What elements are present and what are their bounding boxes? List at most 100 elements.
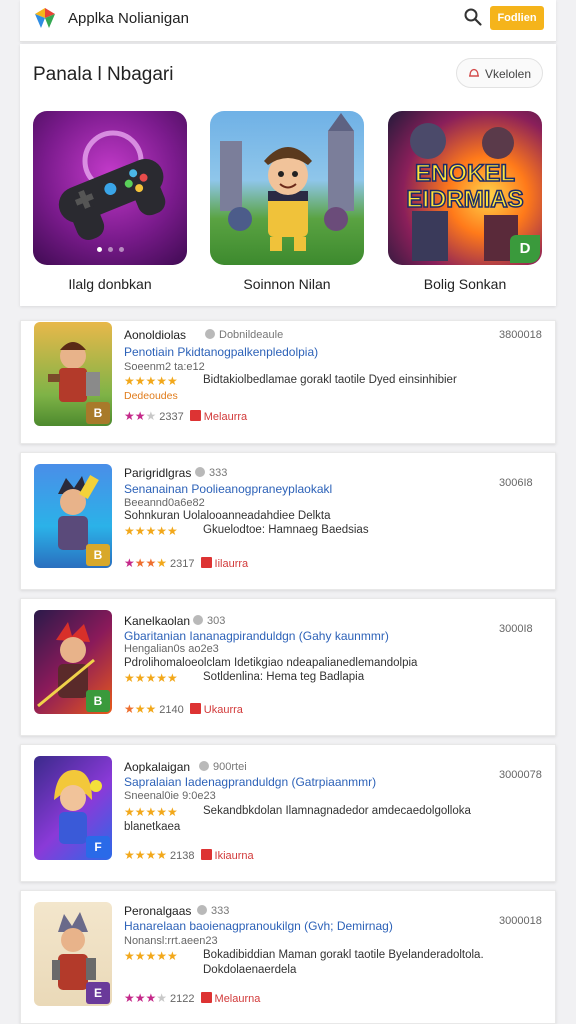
featured-tile-hero[interactable]: Soinnon Nilan [210, 111, 364, 292]
rating-badge-icon [200, 992, 212, 1003]
app-name: Aonoldiolas [124, 328, 187, 342]
app-category-link[interactable]: Hanarelaan baoienagpranoukilgn (Gvh; Dem… [124, 919, 393, 933]
chat-icon [205, 329, 215, 339]
app-description: Bokadibiddian Maman gorakl taotile Byela… [203, 949, 484, 961]
rating-count: 2337 [159, 411, 184, 423]
app-description-2: blanetkaea [124, 821, 181, 833]
app-category-link[interactable]: Gbaritanian Iananagpiranduldgn (Gahy kau… [124, 629, 389, 643]
featured-tile-action[interactable]: ENOKEL EIDRMIAS D Bolig Sonkan [388, 111, 542, 292]
app-badge: B [86, 544, 110, 566]
rating-word: Melaurna [214, 993, 261, 1005]
app-list-item[interactable]: F Aopkalaigan 900rtei 3000078 Sapralaian… [20, 744, 556, 882]
app-meta: Sneenal0ie 9:0e23 [124, 790, 216, 802]
app-badge: F [86, 836, 110, 858]
app-badge: B [86, 402, 110, 424]
view-all-button[interactable]: Vkelolen [456, 58, 543, 88]
app-title: Applka Nolianigan [68, 10, 189, 27]
featured-tile-label: Bolig Sonkan [423, 276, 507, 292]
review-stars: ★★★★★ [124, 949, 178, 963]
app-name: Aopkalaigan [124, 760, 191, 774]
app-tag: Dedeoudes [124, 390, 178, 402]
game-badge: D [510, 235, 540, 263]
rating-count: 2140 [159, 704, 184, 716]
featured-art-gamepad [33, 111, 187, 265]
app-description: Pdrolihomaloeolclam Idetikgiao ndeapalia… [124, 657, 418, 669]
app-list-item[interactable]: B Kanelkaolan 303 3000I8 Gbaritanian Ian… [20, 598, 556, 736]
top-app-bar: Applka Nolianigan Fodlien [20, 0, 556, 42]
app-name: Peronalgaas [124, 904, 192, 918]
rating-word: Ukaurra [203, 704, 243, 716]
review-stars: ★★★★★ [124, 374, 178, 388]
chat-icon [199, 761, 209, 771]
rating-row: ★★★★ 2138 Ikiaurna [124, 848, 254, 862]
rating-badge-icon [200, 849, 212, 860]
app-description-2: Dokdolaenaerdela [203, 964, 297, 976]
app-description: Sekandbkdolan Ilamnagnadedor amdecaedolg… [203, 805, 471, 817]
developer-label: 900rtei [193, 761, 247, 773]
review-stars: ★★★★★ [124, 805, 178, 819]
download-count: 3800018 [499, 329, 542, 341]
developer-label: 333 [191, 905, 229, 917]
developer-label: 333 [189, 467, 227, 479]
app-meta: Hengalian0s ao2e3 [124, 643, 219, 655]
featured-art-action: ENOKEL EIDRMIAS D [388, 111, 542, 265]
featured-tile-label: Soinnon Nilan [243, 276, 331, 292]
app-thumbnail: B [34, 464, 112, 568]
app-meta: Nonansl:rrt.aeen23 [124, 935, 218, 947]
featured-art-hero [210, 111, 364, 265]
developer-label: Dobnildeaule [199, 329, 283, 341]
app-thumbnail: E [34, 902, 112, 1006]
app-thumbnail: B [34, 322, 112, 426]
top-action-button[interactable]: Fodlien [490, 6, 544, 30]
chat-icon [195, 467, 205, 477]
download-count: 3000018 [499, 915, 542, 927]
rating-count: 2122 [170, 993, 195, 1005]
rating-count: 2317 [170, 558, 195, 570]
app-thumbnail: F [34, 756, 112, 860]
download-count: 3000I8 [499, 623, 533, 635]
rating-row: ★★★★ 2317 Iilaurra [124, 556, 249, 570]
featured-tile-gamepad[interactable]: Ilalg donbkan [33, 111, 187, 292]
app-list-item[interactable]: E Peronalgaas 333 3000018 Hanarelaan bao… [20, 890, 556, 1024]
view-all-label: Vkelolen [485, 67, 532, 81]
poster-title-line2: EIDRMIAS [406, 186, 523, 213]
download-count: 3000078 [499, 769, 542, 781]
app-thumbnail: B [34, 610, 112, 714]
rating-word: Iilaurra [214, 558, 249, 570]
app-badge: B [86, 690, 110, 712]
app-name: Parigridlgras [124, 466, 192, 480]
rating-badge-icon [200, 557, 212, 568]
chat-icon [193, 615, 203, 625]
carousel-dots[interactable] [33, 239, 187, 257]
section-title: Panala l Nbagari [33, 64, 174, 85]
poster-title-line1: ENOKEL [415, 160, 515, 187]
app-description: Bidtakiolbedlamae gorakl taotile Dyed ei… [203, 374, 457, 386]
app-badge: E [86, 982, 110, 1004]
app-description-2: Sotldenlina: Hema teg Badlapia [203, 671, 365, 683]
rating-word: Melaurra [203, 411, 248, 423]
app-category-link[interactable]: Sapralaian Iadenagpranduldgn (Gatrpiaanm… [124, 775, 376, 789]
app-list-item[interactable]: B Aonoldiolas Dobnildeaule 3800018 Penot… [20, 320, 556, 444]
rating-row: ★★★★ 2122 Melaurna [124, 991, 261, 1005]
app-category-link[interactable]: Senanainan Poolieanogpraneyplaokakl [124, 482, 332, 496]
app-description-2: Gkuelodtoe: Hamnaeg Baedsias [203, 524, 369, 536]
bell-icon [469, 68, 479, 77]
featured-tile-label: Ilalg donbkan [68, 276, 152, 292]
rating-badge-icon [189, 703, 201, 714]
rating-word: Ikiaurna [214, 850, 254, 862]
rating-badge-icon [189, 410, 201, 421]
app-meta: Beeannd0a6e82 [124, 497, 205, 509]
app-list-item[interactable]: B Parigridlgras 333 3006I8 Senanainan Po… [20, 452, 556, 590]
search-icon[interactable] [463, 7, 483, 27]
app-logo-icon [35, 8, 55, 28]
hero-character-icon [220, 113, 354, 251]
rating-row: ★★★ 2140 Ukaurra [124, 702, 243, 716]
review-stars: ★★★★★ [124, 671, 178, 685]
app-category-link[interactable]: Penotiain Pkidtanogpalkenpledolpia) [124, 345, 318, 359]
download-count: 3006I8 [499, 477, 533, 489]
app-description: Sohnkuran Uolalooanneadahdiee Delkta [124, 510, 331, 522]
app-name: Kanelkaolan [124, 614, 191, 628]
chat-icon [197, 905, 207, 915]
review-stars: ★★★★★ [124, 524, 178, 538]
rating-row: ★★★ 2337 Melaurra [124, 409, 248, 423]
